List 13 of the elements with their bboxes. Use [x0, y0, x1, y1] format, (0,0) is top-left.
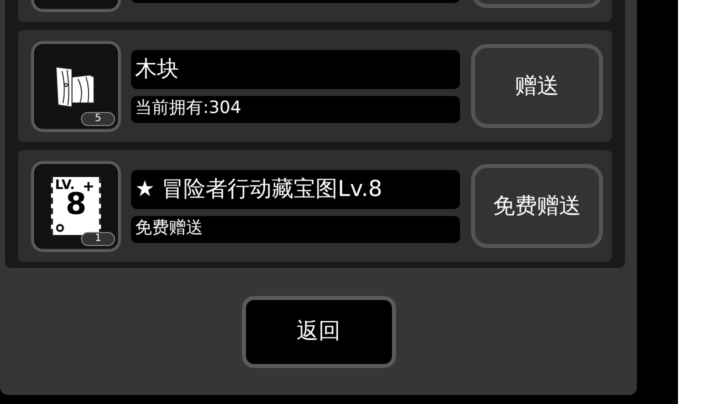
item-count-badge: 1: [81, 232, 115, 246]
map-circle-icon: [56, 224, 64, 232]
map-cross-icon: [84, 182, 93, 191]
item-name-field: 木块: [131, 50, 460, 88]
item-count-badge: 5: [81, 112, 115, 126]
map-level-label: LV.: [55, 179, 75, 192]
gift-button[interactable]: 免费赠送: [471, 164, 603, 248]
gift-button[interactable]: 赠送: [471, 44, 603, 128]
item-status-field: 免费赠送: [131, 216, 460, 242]
item-name-field: ★ 冒险者行动藏宝图Lv.8: [131, 170, 460, 208]
item-status-field: 当前拥有:304: [131, 96, 460, 122]
map-level-number: 8: [66, 190, 86, 220]
back-button[interactable]: 返回: [242, 296, 396, 368]
